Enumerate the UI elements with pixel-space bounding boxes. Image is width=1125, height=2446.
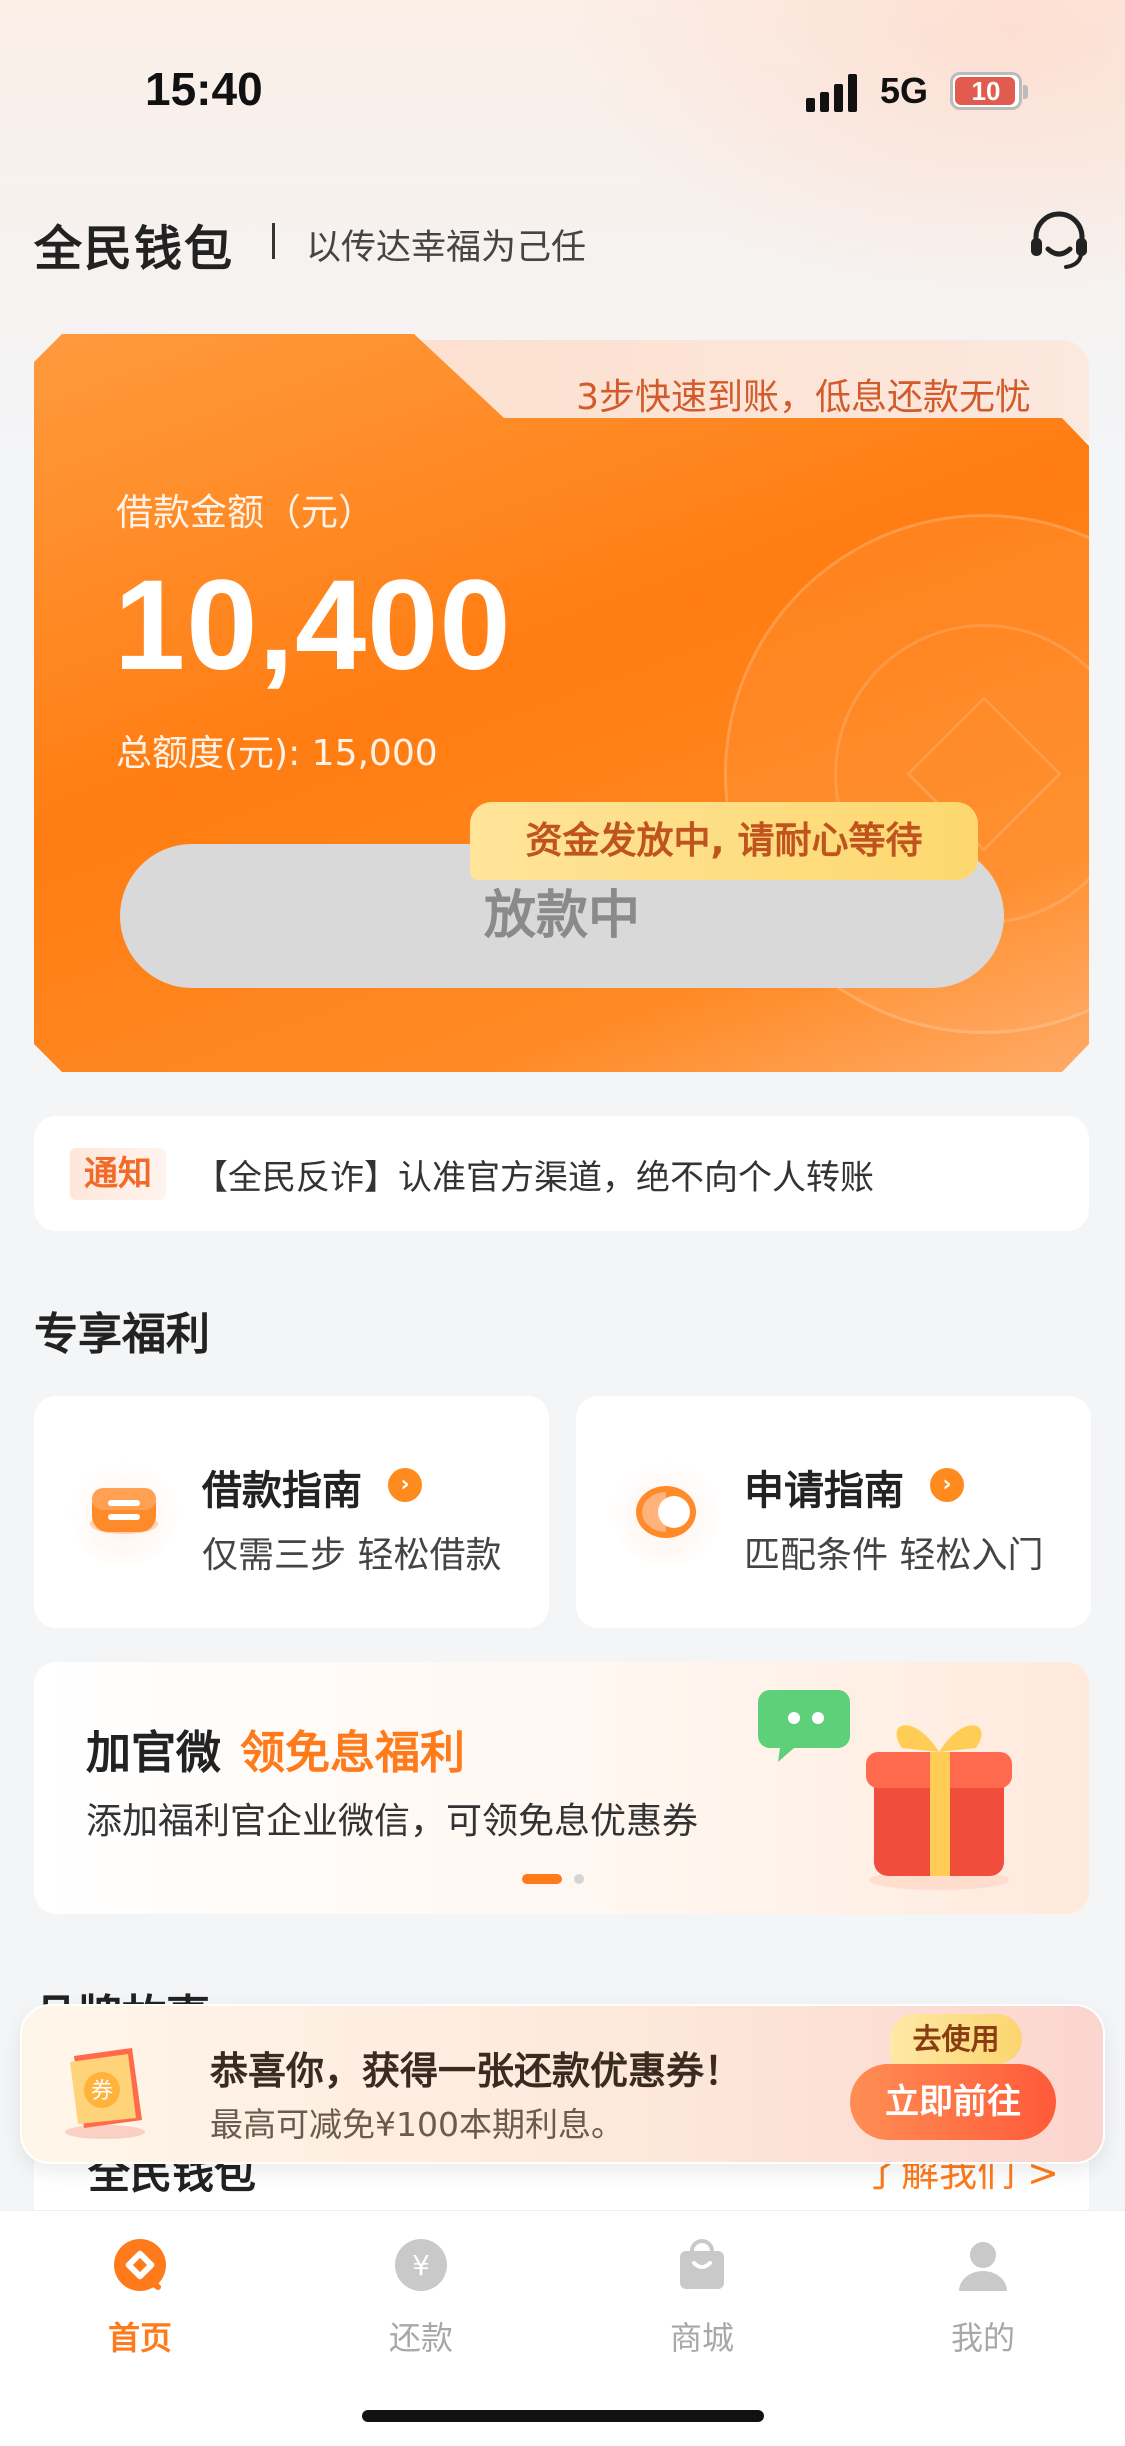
tab-mall-label: 商城 bbox=[669, 2319, 734, 2357]
loan-guide-card[interactable]: 借款指南 › 仅需三步 轻松借款 bbox=[34, 1396, 549, 1628]
header-divider bbox=[272, 223, 275, 259]
loan-guide-desc: 仅需三步 轻松借款 bbox=[202, 1535, 502, 1576]
use-badge: 去使用 bbox=[890, 2014, 1022, 2064]
carousel-dot-active bbox=[522, 1874, 562, 1884]
apply-guide-desc: 匹配条件 轻松入门 bbox=[744, 1535, 1044, 1576]
coupon-toast-title: 恭喜你，获得一张还款优惠券！ bbox=[210, 2049, 743, 2093]
status-time: 15:40 bbox=[145, 63, 263, 115]
tab-repay[interactable]: ¥ 还款 bbox=[321, 2223, 521, 2363]
tab-mine-label: 我的 bbox=[950, 2319, 1015, 2357]
status-bar: 15:40 5G 10 bbox=[0, 0, 1125, 180]
wechat-benefit-banner[interactable]: 加官微 领免息福利 添加福利官企业微信，可领免息优惠券 bbox=[34, 1662, 1089, 1914]
chevron-right-icon: › bbox=[930, 1468, 964, 1502]
banner-title: 加官微 bbox=[86, 1726, 222, 1779]
tab-home[interactable]: 首页 bbox=[40, 2223, 240, 2363]
headset-icon[interactable] bbox=[1024, 205, 1094, 275]
coupon-toast-subtitle: 最高可减免¥100本期利息。 bbox=[210, 2105, 624, 2144]
loan-amount-label: 借款金额（元） bbox=[116, 491, 375, 534]
signal-icon bbox=[806, 72, 862, 112]
battery-level: 10 bbox=[971, 76, 1001, 106]
status-tip-bubble: 资金发放中, 请耐心等待 bbox=[470, 802, 978, 880]
loan-card: 3步快速到账，低息还款无忧 借款金额（元） 10,400 总额度(元): 15,… bbox=[34, 334, 1089, 1072]
home-icon bbox=[112, 2237, 168, 2293]
loan-guide-title: 借款指南 bbox=[202, 1468, 362, 1514]
go-now-button[interactable]: 立即前往 bbox=[850, 2064, 1056, 2140]
benefits-title: 专享福利 bbox=[34, 1309, 210, 1360]
card-tab-text: 3步快速到账，低息还款无忧 bbox=[576, 377, 1031, 418]
shopping-bag-icon bbox=[674, 2237, 730, 2293]
svg-text:¥: ¥ bbox=[412, 2249, 430, 2282]
chevron-right-icon: › bbox=[388, 1468, 422, 1502]
app-slogan: 以传达幸福为己任 bbox=[306, 228, 587, 268]
coupon-icon: 券 bbox=[50, 2034, 160, 2144]
tab-home-label: 首页 bbox=[107, 2319, 172, 2357]
profile-icon bbox=[955, 2237, 1011, 2293]
tab-mall[interactable]: 商城 bbox=[602, 2223, 802, 2363]
battery-icon: 10 bbox=[950, 72, 1028, 110]
notice-tag: 通知 bbox=[70, 1148, 166, 1200]
app-logo: 全民钱包 bbox=[34, 221, 235, 277]
tab-mine[interactable]: 我的 bbox=[883, 2223, 1083, 2363]
network-type: 5G bbox=[880, 70, 929, 111]
gift-box-icon bbox=[866, 1725, 1012, 1890]
chat-bubble-icon bbox=[758, 1690, 850, 1762]
apply-guide-title: 申请指南 bbox=[744, 1468, 904, 1514]
home-indicator[interactable] bbox=[362, 2410, 764, 2422]
coupon-toast[interactable]: 券 恭喜你，获得一张还款优惠券！ 最高可减免¥100本期利息。 立即前往 去使用 bbox=[20, 2004, 1105, 2164]
loan-amount: 10,400 bbox=[114, 554, 512, 697]
notice-bar[interactable]: 通知 【全民反诈】认准官方渠道，绝不向个人转账 bbox=[34, 1116, 1089, 1231]
loan-guide-icon bbox=[70, 1458, 178, 1566]
loan-card-body: 借款金额（元） 10,400 总额度(元): 15,000 放款中 bbox=[34, 334, 1089, 1072]
app-header: 全民钱包 以传达幸福为己任 bbox=[34, 205, 1094, 277]
compass-icon bbox=[612, 1458, 720, 1566]
yen-icon: ¥ bbox=[393, 2237, 449, 2293]
total-credit-line: 总额度(元): 15,000 bbox=[116, 733, 438, 774]
banner-desc: 添加福利官企业微信，可领免息优惠券 bbox=[86, 1801, 699, 1842]
svg-text:券: 券 bbox=[91, 2079, 113, 2104]
apply-guide-card[interactable]: 申请指南 › 匹配条件 轻松入门 bbox=[576, 1396, 1091, 1628]
banner-highlight: 领免息福利 bbox=[240, 1726, 466, 1779]
notice-text: 【全民反诈】认准官方渠道，绝不向个人转账 bbox=[194, 1158, 874, 1198]
carousel-dot bbox=[574, 1874, 584, 1884]
tab-repay-label: 还款 bbox=[388, 2319, 453, 2357]
